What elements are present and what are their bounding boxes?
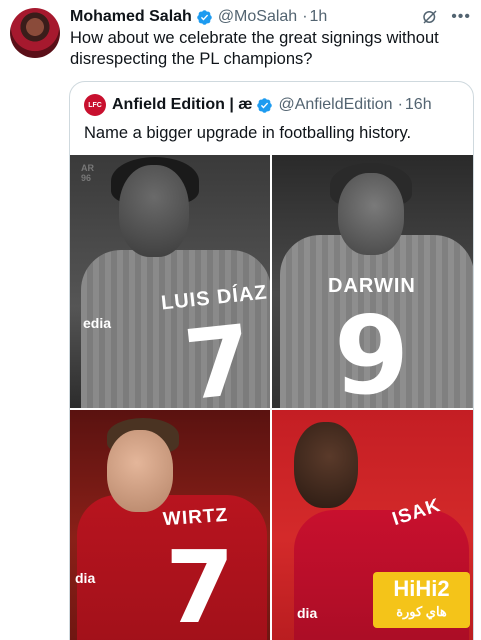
jersey-sponsor: dia	[75, 570, 96, 586]
player-head	[107, 430, 173, 512]
separator-dot: ·	[397, 96, 403, 113]
player-head	[119, 165, 189, 257]
quoted-tweet-card[interactable]: LFC Anfield Edition | æ @AnfieldEdition …	[69, 81, 474, 640]
quote-text: Name a bigger upgrade in footballing his…	[84, 124, 412, 142]
quote-author-handle[interactable]: @AnfieldEdition	[278, 96, 392, 114]
player-panel-wirtz: WIRTZ 7 dia	[70, 410, 270, 640]
jersey-number: 7	[179, 303, 258, 408]
verified-badge-icon	[196, 9, 213, 26]
corner-mark: AR 96	[81, 163, 94, 183]
tweet-text: How about we celebrate the great signing…	[70, 29, 439, 68]
verified-badge-icon	[256, 97, 273, 114]
quote-time[interactable]: 16h	[405, 96, 432, 114]
player-panel-diaz: AR 96 edia LUIS DÍAZ 7	[70, 155, 270, 408]
author-handle[interactable]: @MoSalah	[218, 8, 297, 26]
grok-icon[interactable]	[421, 8, 439, 26]
jersey-number: 7	[165, 529, 235, 640]
tweet-time[interactable]: 1h	[310, 8, 328, 26]
watermark-subtitle: هاي كورة	[396, 604, 447, 619]
quote-header: LFC Anfield Edition | æ @AnfieldEdition …	[84, 94, 432, 116]
more-options-icon[interactable]: •••	[451, 9, 471, 25]
separator-dot: ·	[302, 8, 308, 25]
jersey-sponsor: edia	[83, 315, 112, 331]
author-name[interactable]: Mohamed Salah	[70, 8, 192, 26]
jersey-number: 9	[334, 294, 410, 409]
quote-author-name[interactable]: Anfield Edition | æ	[112, 96, 252, 114]
site-watermark: HiHi2 هاي كورة	[373, 572, 470, 628]
watermark-logo-text: HiHi2	[393, 576, 450, 601]
quote-author-avatar[interactable]: LFC	[84, 94, 106, 116]
tweet-header: Mohamed Salah @MoSalah · 1h •••	[70, 6, 471, 28]
author-avatar[interactable]	[10, 8, 60, 58]
quote-image[interactable]: AR 96 edia LUIS DÍAZ 7 DARWIN 9 WIRTZ 7 …	[70, 155, 473, 640]
player-head	[338, 173, 404, 255]
player-head	[294, 422, 358, 508]
jersey-sponsor: dia	[297, 605, 318, 621]
jersey-name: WIRTZ	[162, 504, 229, 531]
player-panel-darwin: DARWIN 9	[272, 155, 473, 409]
